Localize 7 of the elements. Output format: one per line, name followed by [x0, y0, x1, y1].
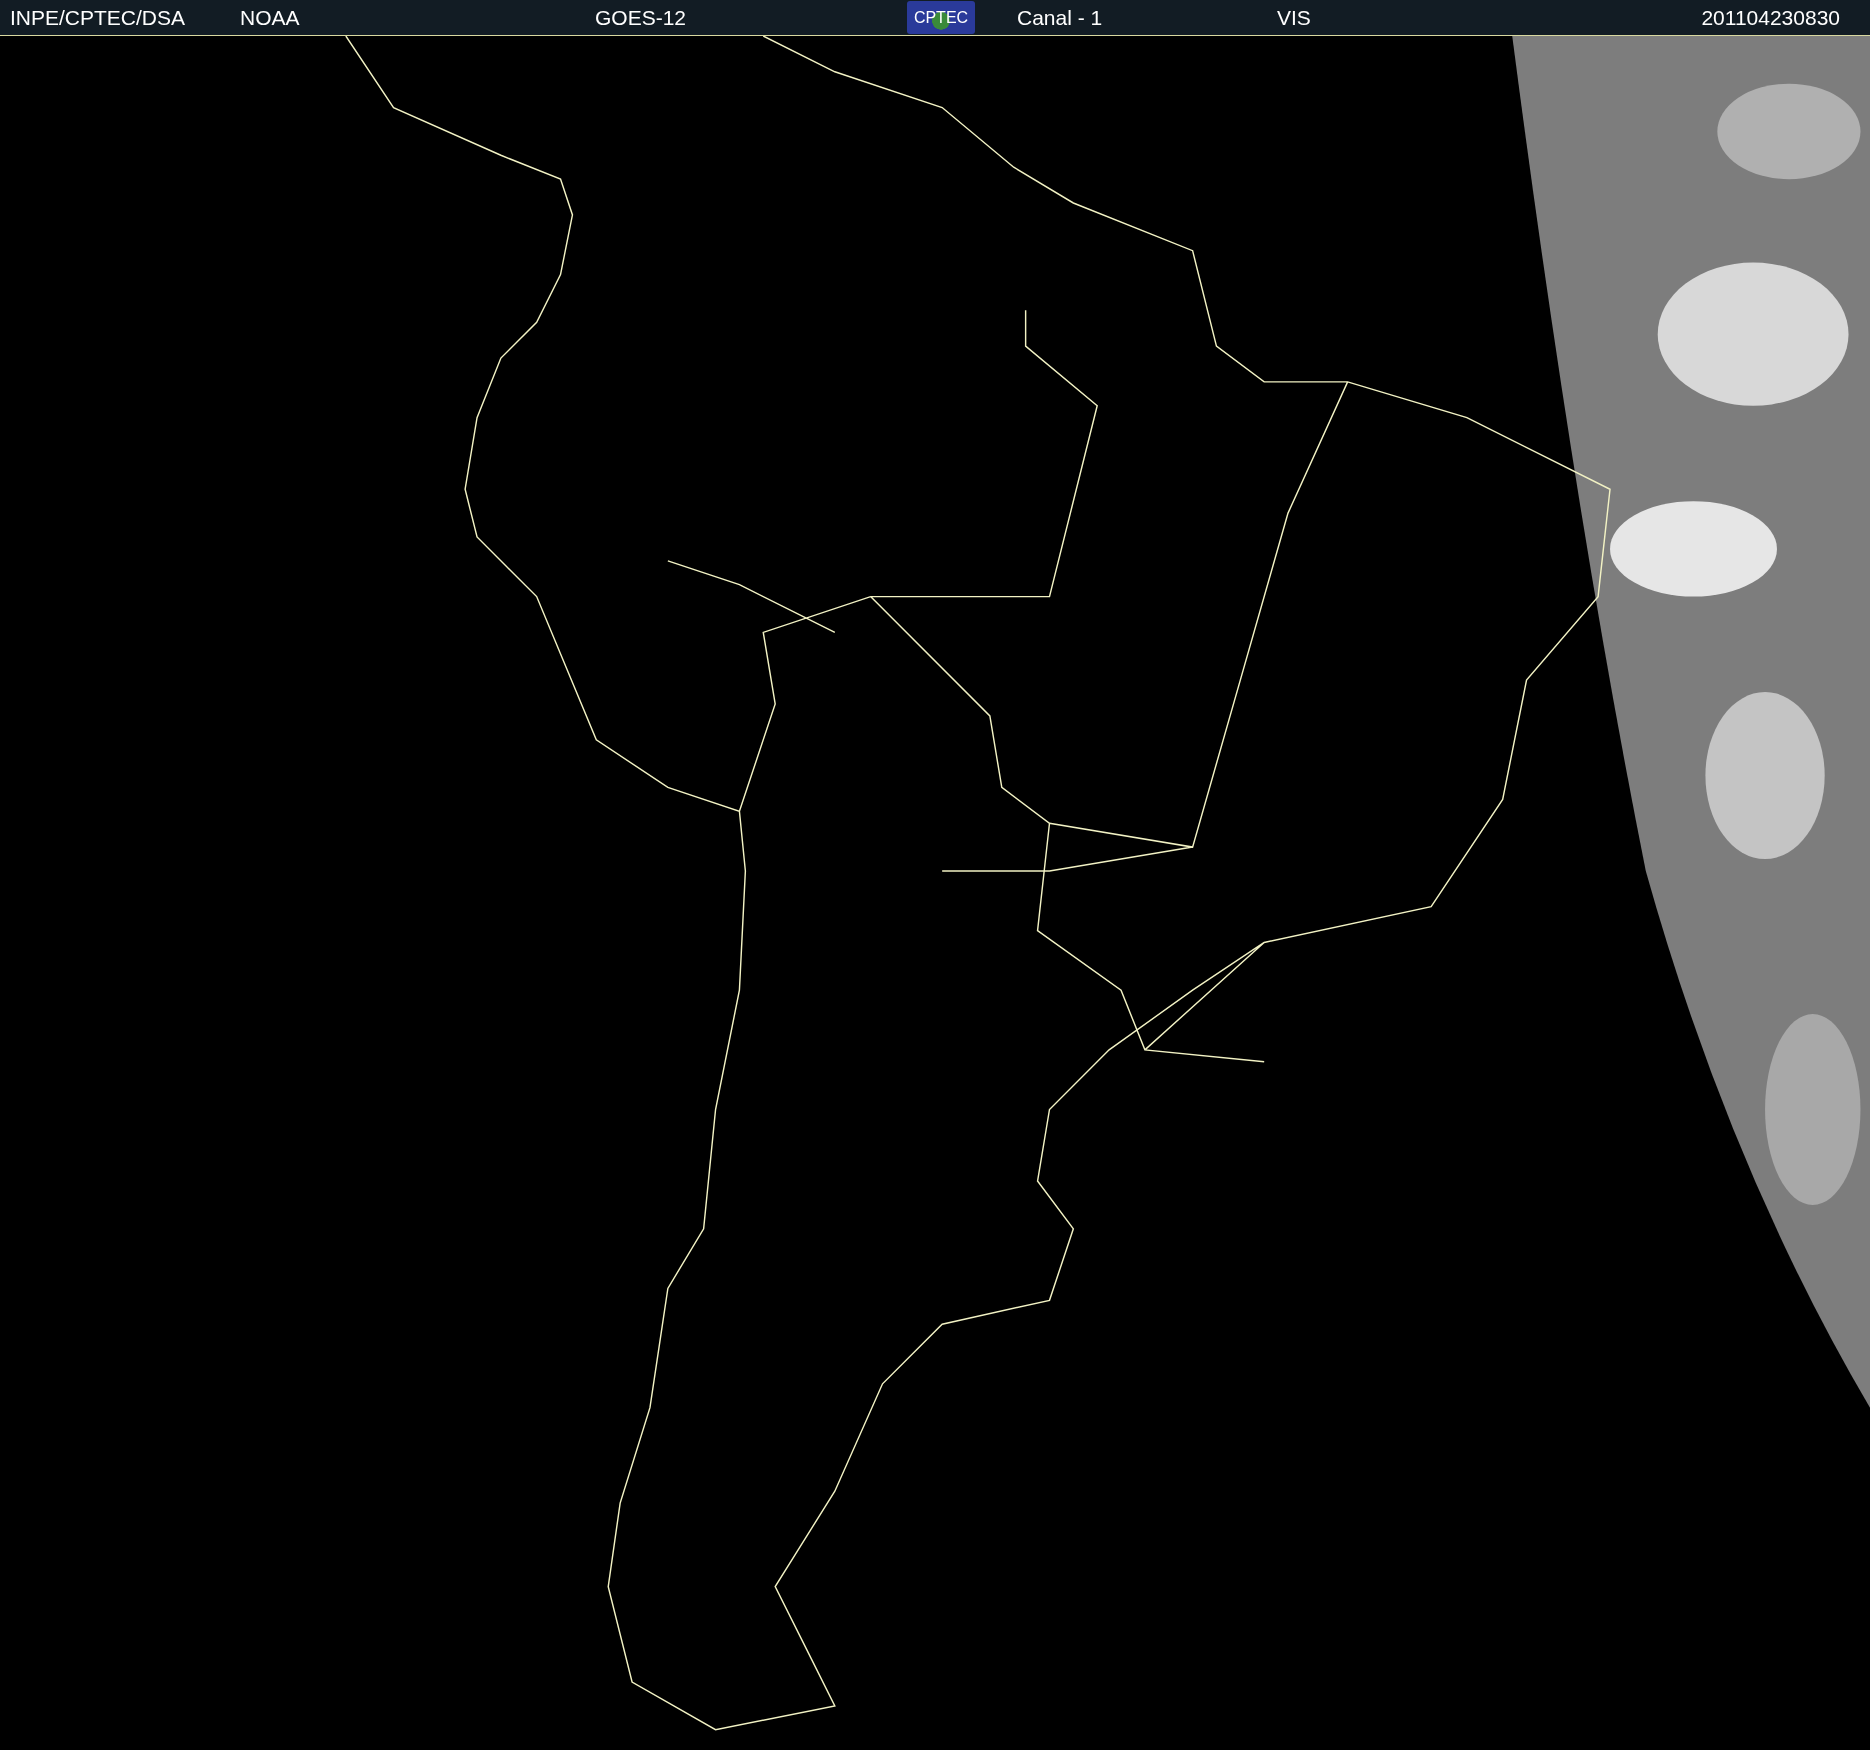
- header-label: VIS: [1277, 5, 1312, 30]
- header-label: INPE/CPTEC/DSA: [10, 5, 187, 30]
- header-label: NOAA: [240, 5, 301, 30]
- header-label: Canal - 1: [1017, 5, 1104, 30]
- header-label: 201104230830: [1701, 5, 1840, 30]
- header-label: GOES-12: [595, 5, 688, 30]
- logo: CPTEC: [907, 1, 975, 34]
